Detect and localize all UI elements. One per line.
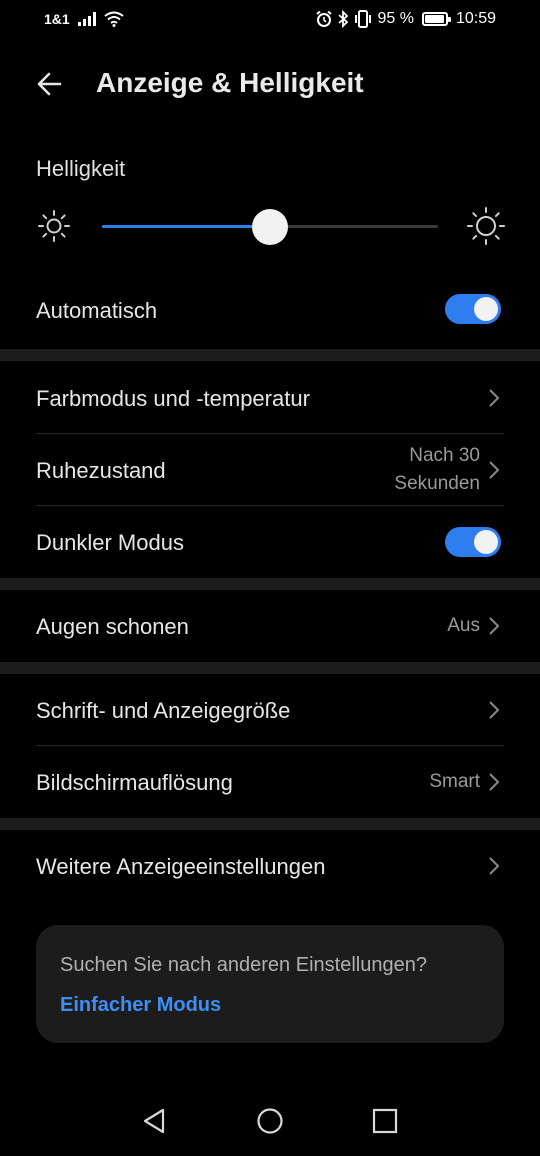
sleep-value: Nach 30 Sekunden xyxy=(394,442,480,498)
wifi-icon xyxy=(104,11,124,27)
alarm-icon xyxy=(316,10,333,27)
section-divider xyxy=(0,818,540,830)
vibrate-icon xyxy=(355,10,372,28)
chevron-right-icon xyxy=(489,461,500,479)
app-header: Anzeige & Helligkeit xyxy=(0,50,540,116)
section-divider xyxy=(0,578,540,590)
carrier-label: 1&1 xyxy=(44,11,70,27)
toggle-knob xyxy=(474,297,498,321)
dark-mode-label: Dunkler Modus xyxy=(36,530,184,555)
battery-percent: 95 % xyxy=(377,10,414,27)
system-nav-bar xyxy=(0,1096,540,1156)
status-right: 95 % 10:59 xyxy=(315,10,496,28)
eye-comfort-row[interactable]: Augen schonen Aus xyxy=(0,590,540,662)
font-size-label: Schrift- und Anzeigegröße xyxy=(36,698,291,723)
nav-recents-icon[interactable] xyxy=(370,1106,400,1136)
brightness-label: Helligkeit xyxy=(36,156,126,181)
sun-small-icon xyxy=(38,210,70,242)
slider-fill xyxy=(102,225,270,228)
bluetooth-icon xyxy=(338,10,349,28)
eye-comfort-label: Augen schonen xyxy=(36,614,189,639)
sleep-value-line1: Nach 30 xyxy=(409,445,480,466)
resolution-row[interactable]: Bildschirmauflösung Smart xyxy=(0,746,540,817)
brightness-slider[interactable] xyxy=(102,209,438,245)
page-title: Anzeige & Helligkeit xyxy=(96,67,364,98)
chevron-right-icon xyxy=(489,389,500,407)
arrow-left-icon xyxy=(37,72,62,96)
sleep-value-line2: Sekunden xyxy=(394,473,480,494)
status-left: 1&1 xyxy=(44,11,124,27)
dark-mode-row[interactable]: Dunkler Modus xyxy=(0,506,540,577)
status-bar: 1&1 95 % 10:59 xyxy=(0,0,540,40)
more-display-settings-label: Weitere Anzeigeeinstellungen xyxy=(36,854,326,879)
clock: 10:59 xyxy=(455,10,496,27)
auto-brightness-row[interactable]: Automatisch xyxy=(0,276,540,344)
slider-thumb[interactable] xyxy=(252,209,288,245)
chevron-right-icon xyxy=(489,857,500,875)
color-mode-label: Farbmodus und -temperatur xyxy=(36,386,310,411)
resolution-label: Bildschirmauflösung xyxy=(36,770,233,795)
chevron-right-icon xyxy=(489,701,500,719)
search-suggestion-text: Suchen Sie nach anderen Einstellungen? xyxy=(60,954,427,976)
font-size-row[interactable]: Schrift- und Anzeigegröße xyxy=(0,674,540,745)
eye-comfort-value: Aus xyxy=(447,615,480,636)
section-divider xyxy=(0,349,540,361)
more-display-settings-row[interactable]: Weitere Anzeigeeinstellungen xyxy=(0,830,540,902)
auto-brightness-label: Automatisch xyxy=(36,298,158,323)
toggle-knob xyxy=(474,530,498,554)
sun-large-icon xyxy=(467,207,505,245)
auto-brightness-toggle[interactable] xyxy=(445,294,501,324)
nav-home-icon[interactable] xyxy=(255,1106,285,1136)
sleep-label: Ruhezustand xyxy=(36,458,166,483)
resolution-value: Smart xyxy=(429,771,480,792)
signal-icon xyxy=(77,12,96,26)
nav-back-icon[interactable] xyxy=(140,1106,170,1136)
chevron-right-icon xyxy=(489,773,500,791)
back-button[interactable] xyxy=(30,64,74,104)
chevron-right-icon xyxy=(489,617,500,635)
color-mode-row[interactable]: Farbmodus und -temperatur xyxy=(0,362,540,433)
dark-mode-toggle[interactable] xyxy=(445,527,501,557)
battery-fill xyxy=(424,15,444,23)
battery-icon xyxy=(421,12,451,26)
search-suggestion-card: Suchen Sie nach anderen Einstellungen? E… xyxy=(36,925,504,1043)
section-divider xyxy=(0,662,540,674)
simple-mode-link[interactable]: Einfacher Modus xyxy=(60,994,221,1017)
sleep-row[interactable]: Ruhezustand Nach 30 Sekunden xyxy=(0,434,540,505)
